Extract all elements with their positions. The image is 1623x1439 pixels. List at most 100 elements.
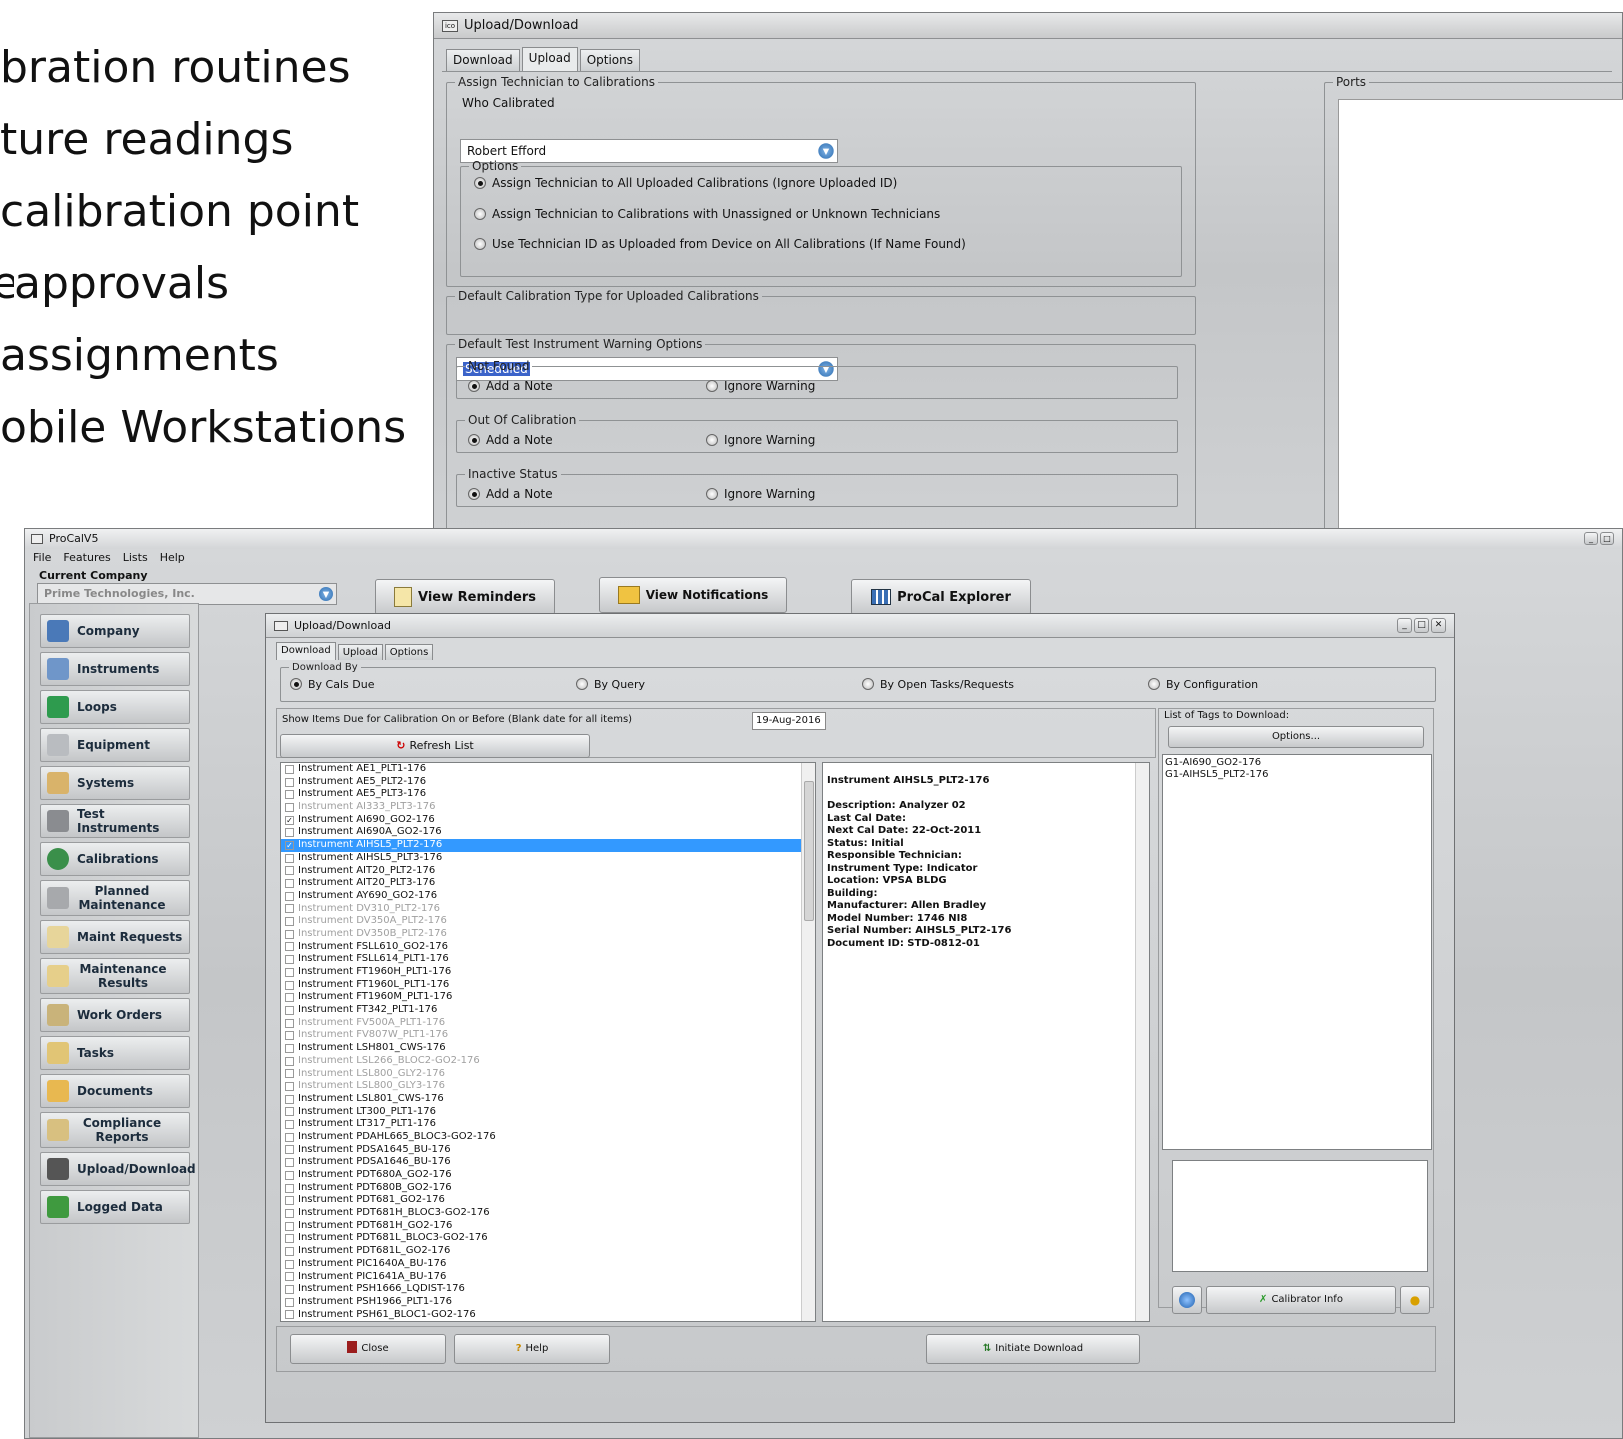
instrument-row[interactable]: Instrument PDSA1645_BU-176	[281, 1144, 815, 1157]
minimize-icon[interactable]: _	[1397, 618, 1412, 633]
tags-list[interactable]: G1-AI690_GO2-176 G1-AIHSL5_PLT2-176	[1162, 754, 1432, 1150]
checkbox-icon[interactable]	[285, 980, 294, 990]
menu-lists[interactable]: Lists	[123, 551, 148, 564]
instrument-row[interactable]: Instrument PDT681L_BLOC3-GO2-176	[281, 1232, 815, 1245]
tab-download[interactable]: Download	[276, 642, 336, 660]
instrument-row[interactable]: Instrument AE5_PLT3-176	[281, 788, 815, 801]
help-button[interactable]: ? Help	[454, 1334, 610, 1364]
tab-download[interactable]: Download	[446, 49, 520, 71]
checkbox-icon[interactable]	[285, 967, 294, 977]
instrument-row[interactable]: Instrument PSH1666_LQDIST-176	[281, 1283, 815, 1296]
checkbox-icon[interactable]	[285, 764, 294, 774]
out-of-cal-add-note[interactable]: Add a Note	[468, 433, 553, 447]
checkbox-icon[interactable]	[285, 1183, 294, 1193]
nav-company[interactable]: Company	[40, 614, 190, 648]
checkbox-icon[interactable]	[285, 853, 294, 863]
instrument-row[interactable]: Instrument FT1960M_PLT1-176	[281, 991, 815, 1004]
nav-systems[interactable]: Systems	[40, 766, 190, 800]
nav-equipment[interactable]: Equipment	[40, 728, 190, 762]
nav-compliance-reports[interactable]: Compliance Reports	[40, 1112, 190, 1148]
minimize-icon[interactable]: _	[1584, 532, 1598, 545]
instrument-row[interactable]: Instrument FV500A_PLT1-176	[281, 1017, 815, 1030]
tab-options[interactable]: Options	[384, 644, 434, 660]
list-scrollbar[interactable]	[801, 763, 815, 1321]
instrument-row[interactable]: Instrument AIT20_PLT3-176	[281, 877, 815, 890]
instrument-row[interactable]: Instrument FSLL610_GO2-176	[281, 941, 815, 954]
restore-icon[interactable]: □	[1600, 532, 1614, 545]
checkbox-icon[interactable]	[285, 1259, 294, 1269]
nav-test-instruments[interactable]: Test Instruments	[40, 804, 190, 838]
checkbox-icon[interactable]	[285, 866, 294, 876]
instrument-row[interactable]: Instrument PDT680B_GO2-176	[281, 1182, 815, 1195]
out-of-cal-ignore[interactable]: Ignore Warning	[706, 433, 815, 447]
instrument-row[interactable]: Instrument DV350B_PLT2-176	[281, 928, 815, 941]
instrument-row[interactable]: Instrument FT1960H_PLT1-176	[281, 966, 815, 979]
tab-upload[interactable]: Upload	[521, 47, 578, 71]
menu-file[interactable]: File	[33, 551, 51, 564]
tab-upload[interactable]: Upload	[337, 644, 383, 660]
instrument-row[interactable]: Instrument DV350A_PLT2-176	[281, 915, 815, 928]
instrument-row[interactable]: Instrument AY690_GO2-176	[281, 890, 815, 903]
checkbox-icon[interactable]	[285, 828, 294, 838]
nav-upload-download[interactable]: Upload/Download	[40, 1152, 196, 1186]
checkbox-icon[interactable]	[285, 942, 294, 952]
checked-checkbox-icon[interactable]: ✓	[285, 840, 294, 850]
instrument-row[interactable]: Instrument AIT20_PLT2-176	[281, 865, 815, 878]
instrument-row[interactable]: Instrument PDT681H_BLOC3-GO2-176	[281, 1207, 815, 1220]
instrument-row[interactable]: Instrument LT300_PLT1-176	[281, 1106, 815, 1119]
option-use-device-id[interactable]: Use Technician ID as Uploaded from Devic…	[474, 237, 966, 251]
checkbox-icon[interactable]	[285, 1208, 294, 1218]
checkbox-icon[interactable]	[285, 879, 294, 889]
nav-tasks[interactable]: Tasks	[40, 1036, 190, 1070]
nav-logged-data[interactable]: Logged Data	[40, 1190, 190, 1224]
instrument-row[interactable]: Instrument AE1_PLT1-176	[281, 763, 815, 776]
instrument-row[interactable]: Instrument LSL800_GLY2-176	[281, 1068, 815, 1081]
instrument-row[interactable]: Instrument LSL266_BLOC2-GO2-176	[281, 1055, 815, 1068]
current-company-combo[interactable]: Prime Technologies, Inc. ▼	[37, 583, 337, 605]
close-icon[interactable]: ✕	[1431, 618, 1446, 633]
nav-instruments[interactable]: Instruments	[40, 652, 190, 686]
instrument-row[interactable]: Instrument PDT681_GO2-176	[281, 1194, 815, 1207]
instrument-row[interactable]: Instrument PIC1640A_BU-176	[281, 1258, 815, 1271]
instrument-row[interactable]: Instrument LSL800_GLY3-176	[281, 1080, 815, 1093]
radio-by-cals-due[interactable]: By Cals Due	[290, 678, 374, 691]
checkbox-icon[interactable]	[285, 955, 294, 965]
instrument-row[interactable]: Instrument PDT681L_GO2-176	[281, 1245, 815, 1258]
due-date-input[interactable]: 19-Aug-2016	[752, 712, 826, 730]
procal-explorer-button[interactable]: ProCal Explorer	[851, 579, 1031, 615]
calibrator-info-button[interactable]: ✗ Calibrator Info	[1206, 1286, 1396, 1314]
checkbox-icon[interactable]	[285, 1272, 294, 1282]
options-button[interactable]: Options...	[1168, 726, 1424, 748]
checkbox-icon[interactable]	[285, 1221, 294, 1231]
instrument-row[interactable]: Instrument PSH62_GO2-176	[281, 1321, 815, 1322]
nav-planned-maintenance[interactable]: Planned Maintenance	[40, 880, 190, 916]
instrument-row[interactable]: Instrument AE5_PLT2-176	[281, 776, 815, 789]
checkbox-icon[interactable]	[285, 1234, 294, 1244]
menu-features[interactable]: Features	[63, 551, 110, 564]
checkbox-icon[interactable]	[285, 904, 294, 914]
checkbox-icon[interactable]	[285, 1246, 294, 1256]
option-unassigned[interactable]: Assign Technician to Calibrations with U…	[474, 207, 940, 221]
instrument-row[interactable]: Instrument FSLL614_PLT1-176	[281, 953, 815, 966]
nav-documents[interactable]: Documents	[40, 1074, 190, 1108]
detail-scrollbar[interactable]	[1135, 763, 1149, 1321]
instrument-row[interactable]: Instrument PDT680A_GO2-176	[281, 1169, 815, 1182]
nav-work-orders[interactable]: Work Orders	[40, 998, 190, 1032]
checkbox-icon[interactable]	[285, 1120, 294, 1130]
view-notifications-button[interactable]: View Notifications	[599, 577, 787, 613]
radio-by-query[interactable]: By Query	[576, 678, 645, 691]
initiate-download-button[interactable]: ⇅ Initiate Download	[926, 1334, 1140, 1364]
instrument-row[interactable]: Instrument DV310_PLT2-176	[281, 903, 815, 916]
checkbox-icon[interactable]	[285, 1031, 294, 1041]
checkbox-icon[interactable]	[285, 1018, 294, 1028]
instrument-row[interactable]: Instrument FT342_PLT1-176	[281, 1004, 815, 1017]
globe-button[interactable]	[1172, 1286, 1202, 1314]
instrument-row[interactable]: ✓ Instrument AI690_GO2-176	[281, 814, 815, 827]
checkbox-icon[interactable]	[285, 1310, 294, 1320]
not-found-ignore[interactable]: Ignore Warning	[706, 379, 815, 393]
checkbox-icon[interactable]	[285, 1082, 294, 1092]
connect-button[interactable]: ●	[1400, 1286, 1430, 1314]
instrument-row[interactable]: ✓ Instrument AIHSL5_PLT2-176	[281, 839, 815, 852]
option-all-uploaded[interactable]: Assign Technician to All Uploaded Calibr…	[474, 176, 897, 190]
checkbox-icon[interactable]	[285, 993, 294, 1003]
